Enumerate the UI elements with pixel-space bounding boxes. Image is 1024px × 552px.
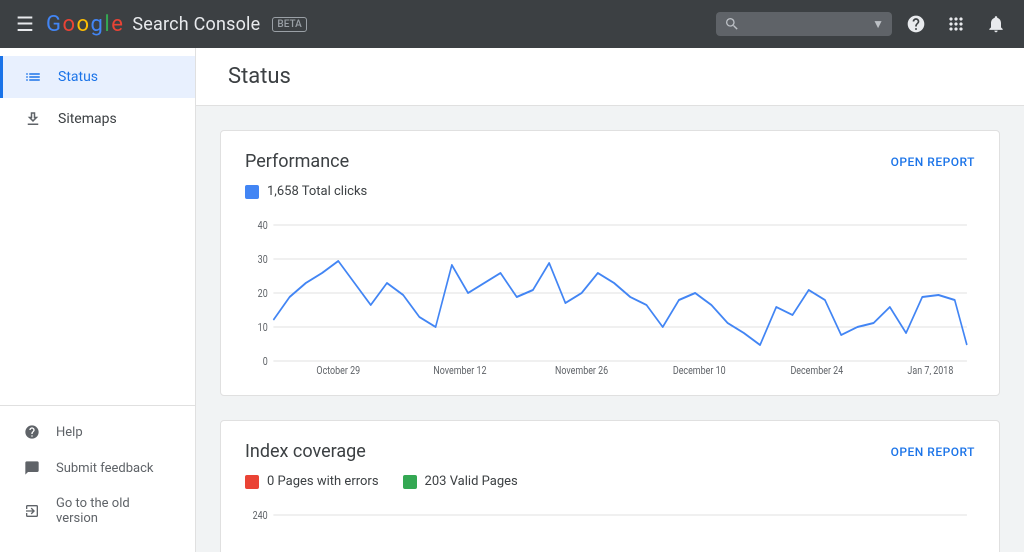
coverage-legend: 0 Pages with errors 203 Valid Pages [245, 474, 975, 489]
performance-legend-item: 1,658 Total clicks [245, 184, 367, 199]
header-right: ▼ [716, 8, 1012, 40]
cards-container: Performance OPEN REPORT 1,658 Total clic… [196, 106, 1024, 552]
sidebar-feedback-label: Submit feedback [56, 461, 153, 476]
sidebar-bottom: Help Submit feedback Go to the old versi… [0, 405, 195, 552]
beta-badge: BETA [272, 17, 306, 32]
help-icon [24, 424, 40, 440]
sidebar-feedback[interactable]: Submit feedback [0, 450, 195, 486]
sidebar-old-version-label: Go to the old version [56, 496, 171, 526]
svg-text:Jan 7, 2018: Jan 7, 2018 [907, 365, 953, 375]
sitemaps-icon [24, 110, 42, 128]
sidebar: Status Sitemaps Help Submit feedba [0, 48, 196, 552]
sidebar-nav: Status Sitemaps [0, 48, 195, 405]
coverage-card-header: Index coverage OPEN REPORT [245, 441, 975, 462]
header-left: ☰ Google Search Console BETA [12, 8, 716, 40]
coverage-chart: 240 180 [245, 505, 975, 552]
sidebar-item-sitemaps-label: Sitemaps [58, 111, 117, 127]
performance-legend: 1,658 Total clicks [245, 184, 975, 199]
app-header: ☰ Google Search Console BETA ▼ [0, 0, 1024, 48]
svg-text:November 12: November 12 [433, 365, 486, 375]
page-header: Status [196, 48, 1024, 106]
content-area: Status Performance OPEN REPORT 1,658 Tot… [196, 48, 1024, 552]
search-bar[interactable]: ▼ [716, 12, 892, 36]
performance-legend-color [245, 185, 259, 199]
help-icon-button[interactable] [900, 8, 932, 40]
svg-text:10: 10 [258, 322, 268, 334]
svg-text:0: 0 [263, 356, 268, 368]
coverage-valid-color [403, 475, 417, 489]
performance-card-title: Performance [245, 151, 349, 172]
coverage-errors-label: 0 Pages with errors [267, 474, 379, 489]
coverage-errors-color [245, 475, 259, 489]
svg-text:20: 20 [258, 288, 268, 300]
performance-open-report-button[interactable]: OPEN REPORT [891, 155, 975, 169]
svg-text:October 29: October 29 [316, 365, 360, 375]
svg-text:December 10: December 10 [673, 365, 726, 375]
performance-chart-svg: 40 30 20 10 0 [245, 215, 975, 375]
search-dropdown-arrow[interactable]: ▼ [872, 17, 884, 31]
apps-icon-button[interactable] [940, 8, 972, 40]
feedback-icon [24, 460, 40, 476]
old-version-icon [24, 503, 40, 519]
page-title: Status [228, 64, 992, 89]
svg-text:November 26: November 26 [555, 365, 608, 375]
performance-legend-label: 1,658 Total clicks [267, 184, 367, 199]
svg-text:30: 30 [258, 254, 268, 266]
search-input[interactable] [746, 16, 866, 32]
coverage-card-title: Index coverage [245, 441, 366, 462]
performance-card-header: Performance OPEN REPORT [245, 151, 975, 172]
coverage-legend-valid: 203 Valid Pages [403, 474, 518, 489]
menu-icon[interactable]: ☰ [12, 8, 38, 40]
google-logo: Google [46, 12, 122, 37]
coverage-legend-errors: 0 Pages with errors [245, 474, 379, 489]
sidebar-item-status-label: Status [58, 69, 98, 85]
coverage-open-report-button[interactable]: OPEN REPORT [891, 445, 975, 459]
svg-text:40: 40 [258, 220, 268, 232]
coverage-valid-label: 203 Valid Pages [425, 474, 518, 489]
svg-text:240: 240 [253, 510, 268, 522]
coverage-card: Index coverage OPEN REPORT 0 Pages with … [220, 420, 1000, 552]
sidebar-item-sitemaps[interactable]: Sitemaps [0, 98, 195, 140]
main-layout: Status Sitemaps Help Submit feedba [0, 48, 1024, 552]
app-title: Search Console [132, 14, 260, 35]
notifications-icon-button[interactable] [980, 8, 1012, 40]
sidebar-old-version[interactable]: Go to the old version [0, 486, 195, 536]
sidebar-help[interactable]: Help [0, 414, 195, 450]
search-icon [724, 16, 740, 32]
sidebar-item-status[interactable]: Status [0, 56, 195, 98]
performance-line [273, 261, 967, 345]
performance-card: Performance OPEN REPORT 1,658 Total clic… [220, 130, 1000, 396]
status-icon [24, 68, 42, 86]
performance-chart: 40 30 20 10 0 [245, 215, 975, 375]
coverage-chart-svg: 240 180 [245, 505, 975, 552]
sidebar-help-label: Help [56, 425, 83, 440]
svg-text:December 24: December 24 [790, 365, 843, 375]
